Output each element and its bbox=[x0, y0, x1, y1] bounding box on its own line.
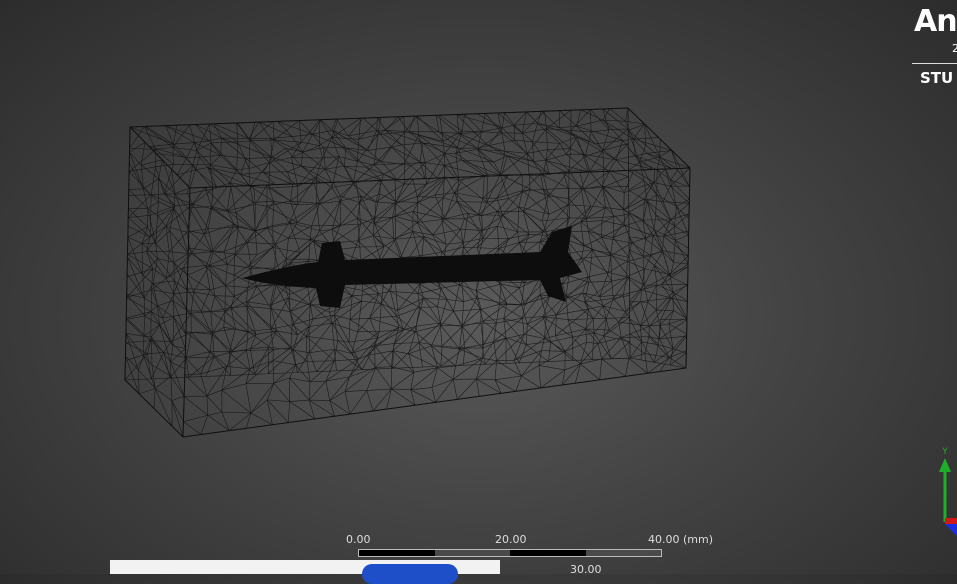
scale-label-0: 0.00 bbox=[346, 533, 371, 546]
logo-edition: STU bbox=[920, 69, 954, 87]
blue-button[interactable] bbox=[362, 564, 458, 584]
x-axis-arrow bbox=[945, 518, 957, 524]
scale-label-40: 40.00 (mm) bbox=[648, 533, 714, 546]
mesh-wireframe bbox=[124, 107, 691, 438]
axis-triad[interactable]: Y bbox=[935, 440, 957, 544]
ansys-logo: An 2 STU bbox=[912, 0, 957, 90]
logo-divider bbox=[912, 63, 957, 64]
graphics-viewport[interactable] bbox=[0, 0, 957, 574]
scale-bar bbox=[358, 549, 662, 557]
z-axis-arrow bbox=[945, 524, 957, 536]
logo-brand: An bbox=[914, 4, 957, 39]
y-axis-label: Y bbox=[941, 447, 948, 457]
logo-year: 2 bbox=[952, 42, 957, 55]
scale-label-20: 20.00 bbox=[495, 533, 527, 546]
scale-secondary-label: 30.00 bbox=[570, 563, 602, 576]
y-axis-arrowhead bbox=[939, 458, 951, 472]
